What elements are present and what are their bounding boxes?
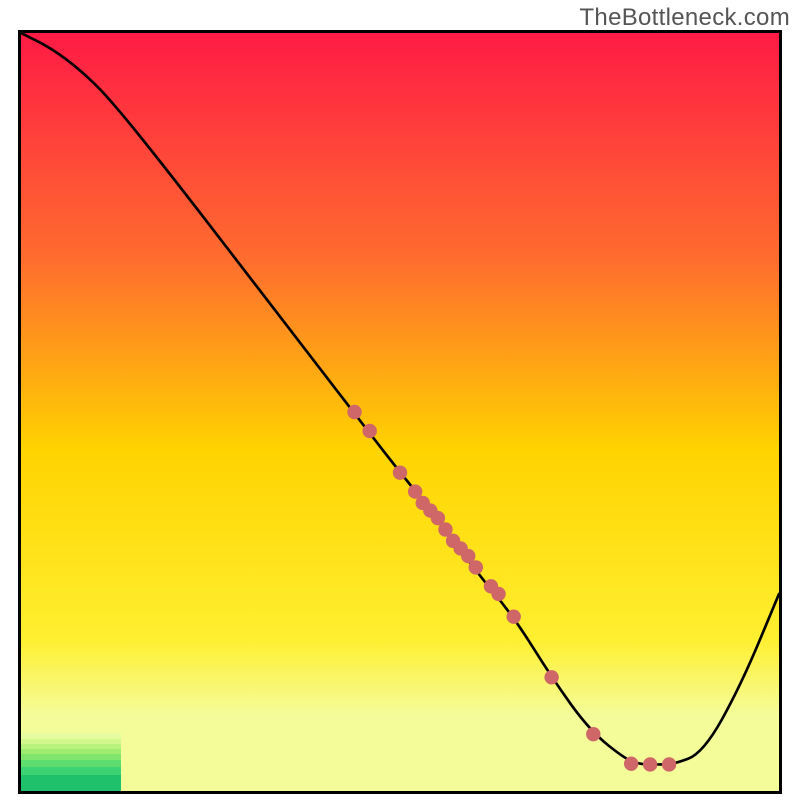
data-point (347, 405, 361, 419)
data-point (662, 757, 676, 771)
scatter-points-group (347, 405, 676, 772)
data-point (544, 670, 558, 684)
data-point (393, 465, 407, 479)
data-point (362, 424, 376, 438)
data-point (586, 727, 600, 741)
chart-svg-layer (21, 33, 779, 791)
data-point (469, 560, 483, 574)
data-point (643, 757, 657, 771)
watermark-text: TheBottleneck.com (579, 4, 790, 32)
data-point (491, 587, 505, 601)
chart-area (18, 30, 782, 794)
bottleneck-curve (21, 33, 779, 764)
data-point (506, 609, 520, 623)
data-point (624, 757, 638, 771)
